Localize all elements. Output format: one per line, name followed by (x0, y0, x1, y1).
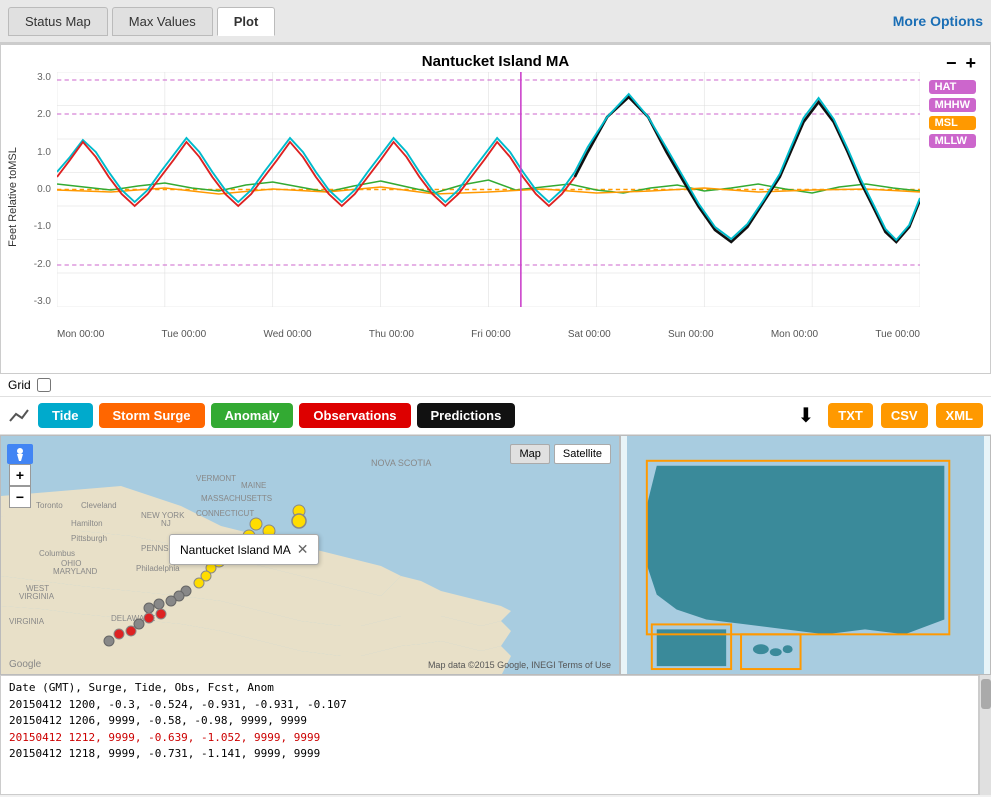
svg-text:Hamilton: Hamilton (71, 519, 103, 528)
us-overview-map (620, 435, 991, 675)
xml-export-button[interactable]: XML (936, 403, 983, 428)
map-popup-close-button[interactable]: ✕ (297, 541, 309, 558)
more-options-button[interactable]: More Options (893, 13, 983, 29)
data-text-area[interactable]: Date (GMT), Surge, Tide, Obs, Fcst, Anom… (0, 675, 979, 795)
tab-plot[interactable]: Plot (217, 7, 276, 36)
chart-mode-icon[interactable] (8, 406, 32, 426)
map-zoom-controls: + − (9, 464, 31, 508)
svg-text:MASSACHUSETTS: MASSACHUSETTS (201, 494, 272, 503)
grid-row: Grid (0, 374, 991, 397)
data-line-1: 20150412 1200, -0.3, -0.524, -0.931, -0.… (9, 697, 970, 714)
svg-text:Toronto: Toronto (36, 501, 63, 510)
maps-row: OHIO WEST VIRGINIA VIRGINIA Pittsburgh C… (0, 435, 991, 675)
txt-export-button[interactable]: TXT (828, 403, 873, 428)
y-axis-ticks: 3.0 2.0 1.0 0.0 -1.0 -2.0 -3.0 (9, 72, 55, 307)
scrollbar[interactable] (979, 675, 991, 795)
data-line-2: 20150412 1206, 9999, -0.58, -0.98, 9999,… (9, 713, 970, 730)
svg-text:CONNECTICUT: CONNECTICUT (196, 509, 254, 518)
zoom-minus-button[interactable]: − (946, 53, 957, 73)
data-output-section: Date (GMT), Surge, Tide, Obs, Fcst, Anom… (0, 675, 991, 795)
svg-text:Philadelphia: Philadelphia (136, 564, 180, 573)
svg-text:Pittsburgh: Pittsburgh (71, 534, 107, 543)
svg-text:Columbus: Columbus (39, 549, 75, 558)
anomaly-button[interactable]: Anomaly (211, 403, 294, 428)
legend-buttons-row: Tide Storm Surge Anomaly Observations Pr… (0, 397, 991, 435)
scrollbar-thumb[interactable] (981, 679, 991, 709)
data-line-4: 20150412 1218, 9999, -0.731, -1.141, 999… (9, 746, 970, 763)
data-line-3: 20150412 1212, 9999, -0.639, -1.052, 999… (9, 730, 970, 747)
data-header-line: Date (GMT), Surge, Tide, Obs, Fcst, Anom (9, 680, 970, 697)
header-bar: Status Map Max Values Plot More Options (0, 0, 991, 44)
svg-text:VIRGINIA: VIRGINIA (9, 617, 45, 626)
us-map-svg (621, 436, 990, 674)
zoom-out-button[interactable]: − (9, 486, 31, 508)
street-view-icon[interactable] (7, 444, 33, 464)
map-view-button[interactable]: Map (510, 444, 549, 464)
svg-text:Cleveland: Cleveland (81, 501, 117, 510)
svg-text:VIRGINIA: VIRGINIA (19, 592, 55, 601)
storm-surge-button[interactable]: Storm Surge (99, 403, 205, 428)
chart-title: Nantucket Island MA (9, 53, 982, 70)
svg-text:NOVA SCOTIA: NOVA SCOTIA (371, 458, 431, 468)
chart-area: Nantucket Island MA − + HAT MHHW MSL MLL… (0, 44, 991, 374)
google-map[interactable]: OHIO WEST VIRGINIA VIRGINIA Pittsburgh C… (0, 435, 620, 675)
x-axis-ticks: Mon 00:00 Tue 00:00 Wed 00:00 Thu 00:00 … (57, 329, 920, 340)
csv-export-button[interactable]: CSV (881, 403, 928, 428)
map-data-credit: Map data ©2015 Google, INEGI Terms of Us… (428, 660, 611, 670)
chart-svg (57, 72, 920, 307)
zoom-plus-button[interactable]: + (965, 53, 976, 73)
svg-text:MARYLAND: MARYLAND (53, 567, 98, 576)
grid-checkbox[interactable] (37, 378, 51, 392)
google-logo: Google (9, 659, 41, 670)
predictions-button[interactable]: Predictions (417, 403, 516, 428)
zoom-in-button[interactable]: + (9, 464, 31, 486)
map-popup-label: Nantucket Island MA (180, 543, 291, 557)
bottom-section: OHIO WEST VIRGINIA VIRGINIA Pittsburgh C… (0, 435, 991, 795)
svg-text:MAINE: MAINE (241, 481, 266, 490)
satellite-view-button[interactable]: Satellite (554, 444, 611, 464)
tab-max-values[interactable]: Max Values (112, 7, 213, 36)
tab-status-map[interactable]: Status Map (8, 7, 108, 36)
download-icon[interactable]: ⬇ (797, 403, 814, 428)
svg-text:VERMONT: VERMONT (196, 474, 236, 483)
svg-text:NJ: NJ (161, 519, 171, 528)
chart-zoom-controls: − + (944, 53, 978, 74)
map-popup: Nantucket Island MA ✕ (169, 534, 319, 565)
map-controls: Map Satellite (510, 444, 611, 464)
grid-label: Grid (8, 378, 31, 392)
observations-button[interactable]: Observations (299, 403, 410, 428)
tide-button[interactable]: Tide (38, 403, 93, 428)
